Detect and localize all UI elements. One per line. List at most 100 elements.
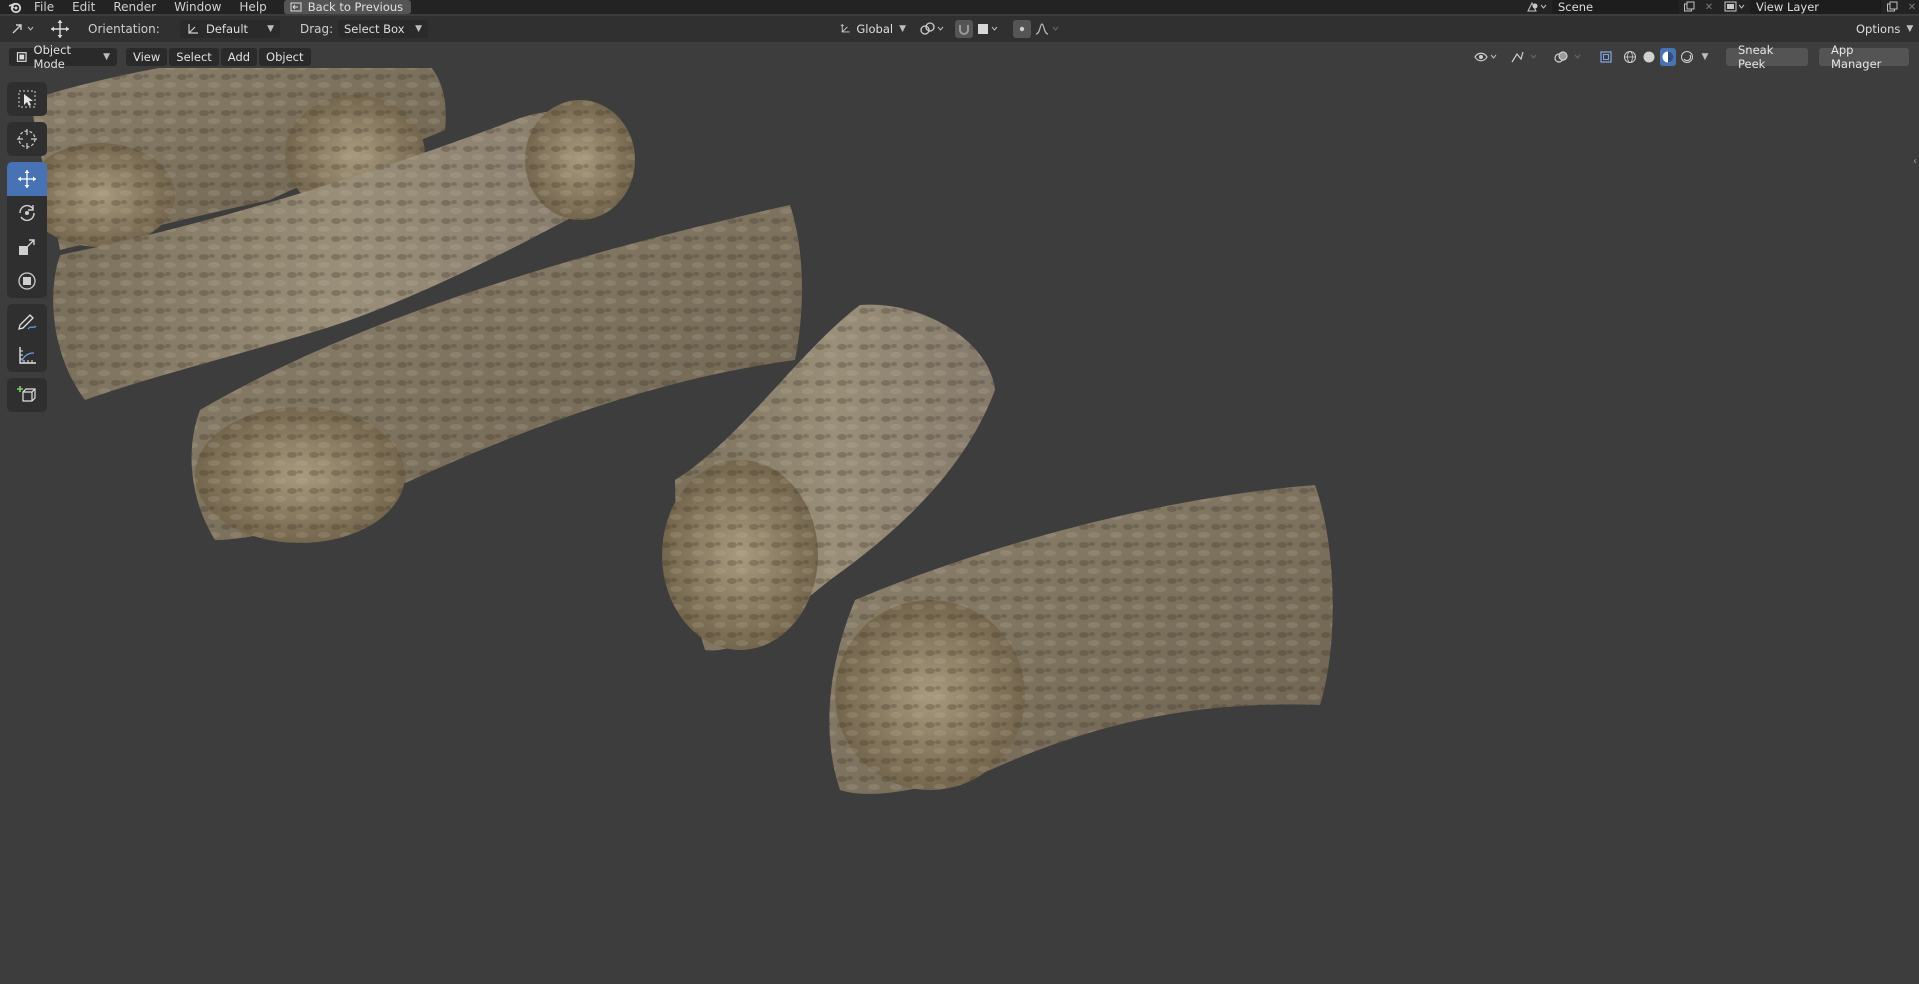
object-menu[interactable]: Object xyxy=(259,48,311,66)
mode-dropdown[interactable]: Object Mode ▼ xyxy=(9,43,117,71)
viewport-canvas xyxy=(25,68,1333,794)
scale-icon xyxy=(19,239,35,255)
pivot-point-dropdown[interactable] xyxy=(918,20,948,38)
sidebar-toggle-icon[interactable]: ‹ xyxy=(1913,156,1917,167)
blender-logo-icon[interactable] xyxy=(8,0,22,14)
viewport-header: Object Mode ▼ View Select Add Object ▼ S… xyxy=(0,43,1919,71)
magnet-icon xyxy=(959,25,969,35)
3d-viewport[interactable]: ‹ xyxy=(0,68,1919,984)
new-view-layer-icon[interactable] xyxy=(1882,0,1902,14)
move-tool[interactable] xyxy=(7,162,47,196)
overlays-dropdown[interactable] xyxy=(1552,48,1588,66)
transform-tool-icon xyxy=(12,24,34,34)
transform-orientation-value: Global xyxy=(856,22,894,36)
scale-tool[interactable] xyxy=(7,230,47,264)
material-preview-shading-icon[interactable] xyxy=(1660,48,1676,66)
measure-tool[interactable] xyxy=(7,338,47,372)
scene-name-field[interactable]: Scene xyxy=(1552,0,1679,14)
orientation-dropdown[interactable]: Default ▼ xyxy=(180,20,280,38)
gizmo-dropdown[interactable] xyxy=(1508,48,1544,66)
select-box-tool[interactable] xyxy=(7,82,47,116)
shading-modes: ▼ xyxy=(1622,48,1712,66)
transform-icon xyxy=(18,272,36,290)
cursor-tool-group xyxy=(7,122,47,156)
rotate-icon xyxy=(19,204,35,222)
sneak-peek-button[interactable]: Sneak Peek xyxy=(1726,43,1808,71)
add-cube-tool[interactable] xyxy=(7,378,47,412)
wireframe-shading-icon[interactable] xyxy=(1622,48,1638,66)
view-layer-selector: View Layer ✕ xyxy=(1720,0,1919,14)
options-dropdown[interactable]: Options ▼ xyxy=(1850,20,1914,38)
new-scene-icon[interactable] xyxy=(1679,0,1699,14)
menu-help[interactable]: Help xyxy=(230,0,275,14)
select-menu[interactable]: Select xyxy=(169,48,219,66)
xray-toggle[interactable] xyxy=(1597,48,1615,66)
options-label: Options xyxy=(1856,22,1901,36)
add-cube-icon xyxy=(17,386,36,402)
mode-value: Object Mode xyxy=(33,43,71,71)
move-gizmo-icon[interactable] xyxy=(48,20,72,38)
view-layer-icon[interactable] xyxy=(1720,0,1750,14)
pivot-link-icon xyxy=(920,22,944,35)
chevron-down-icon: ▼ xyxy=(1906,24,1914,34)
proportional-editing-toggle[interactable] xyxy=(1013,20,1031,38)
select-box-icon xyxy=(18,90,36,108)
chevron-down-icon: ▼ xyxy=(267,24,274,34)
solid-shading-icon[interactable] xyxy=(1641,48,1657,66)
drag-value: Select Box xyxy=(344,22,405,36)
menu-render[interactable]: Render xyxy=(104,0,165,14)
tool-settings-header: Orientation: Default ▼ Drag: Select Box … xyxy=(0,16,1919,42)
scene-icon[interactable] xyxy=(1522,0,1552,14)
drag-dropdown[interactable]: Select Box ▼ xyxy=(338,20,428,38)
annotate-pencil-icon xyxy=(18,314,37,330)
snap-toggle[interactable] xyxy=(955,20,973,38)
chevron-down-icon: ▼ xyxy=(415,24,422,34)
rotate-tool[interactable] xyxy=(7,196,47,230)
menu-file[interactable]: File xyxy=(22,0,63,14)
select-tool-group xyxy=(7,82,47,116)
delete-view-layer-icon[interactable]: ✕ xyxy=(1902,0,1919,14)
xray-icon xyxy=(1600,51,1612,63)
cursor-tool[interactable] xyxy=(7,122,47,156)
chevron-down-icon: ▼ xyxy=(899,24,906,34)
transform-orientation-dropdown[interactable]: Global ▼ xyxy=(834,20,912,38)
shading-options-chevron-icon[interactable]: ▼ xyxy=(1698,48,1712,66)
left-toolbar xyxy=(7,82,47,418)
transform-tool[interactable] xyxy=(7,264,47,298)
cursor-icon xyxy=(17,129,37,149)
orientation-value: Default xyxy=(206,22,249,36)
back-to-previous-label: Back to Previous xyxy=(307,0,404,14)
top-menu-bar: File Edit Render Window Help Back to Pre… xyxy=(0,0,1919,14)
menu-window[interactable]: Window xyxy=(165,0,230,14)
add-menu[interactable]: Add xyxy=(220,48,258,66)
gizmo-icon xyxy=(1511,51,1537,63)
scene-selector: Scene ✕ xyxy=(1522,0,1719,14)
log-mesh-5[interactable] xyxy=(829,485,1333,794)
view-layer-name-field[interactable]: View Layer xyxy=(1750,0,1882,14)
annotate-tool-group xyxy=(7,304,47,372)
object-mode-icon xyxy=(16,52,27,62)
overlays-icon xyxy=(1554,51,1581,63)
drag-label: Drag: xyxy=(300,22,334,36)
menu-edit[interactable]: Edit xyxy=(63,0,104,14)
falloff-curve-icon xyxy=(1035,23,1059,35)
measure-ruler-icon xyxy=(19,347,36,364)
proportional-falloff-dropdown[interactable] xyxy=(1033,20,1063,38)
app-manager-button[interactable]: App Manager xyxy=(1819,43,1909,71)
visibility-dropdown[interactable] xyxy=(1472,48,1502,66)
proportional-edit-icon xyxy=(1019,26,1025,32)
view-menu[interactable]: View xyxy=(126,48,168,66)
orientation-icon xyxy=(188,24,198,34)
annotate-tool[interactable] xyxy=(7,304,47,338)
back-to-previous-button[interactable]: Back to Previous xyxy=(283,0,412,14)
delete-scene-icon[interactable]: ✕ xyxy=(1699,0,1719,14)
snap-increment-icon xyxy=(978,24,998,34)
orientation-label: Orientation: xyxy=(88,22,160,36)
add-tool-group xyxy=(7,378,47,412)
snap-target-dropdown[interactable] xyxy=(975,20,1003,38)
tool-settings-dropdown[interactable] xyxy=(8,20,38,38)
rendered-shading-icon[interactable] xyxy=(1679,48,1695,66)
move-icon xyxy=(18,170,36,188)
back-screen-icon xyxy=(290,2,302,12)
global-axes-icon xyxy=(840,24,850,33)
